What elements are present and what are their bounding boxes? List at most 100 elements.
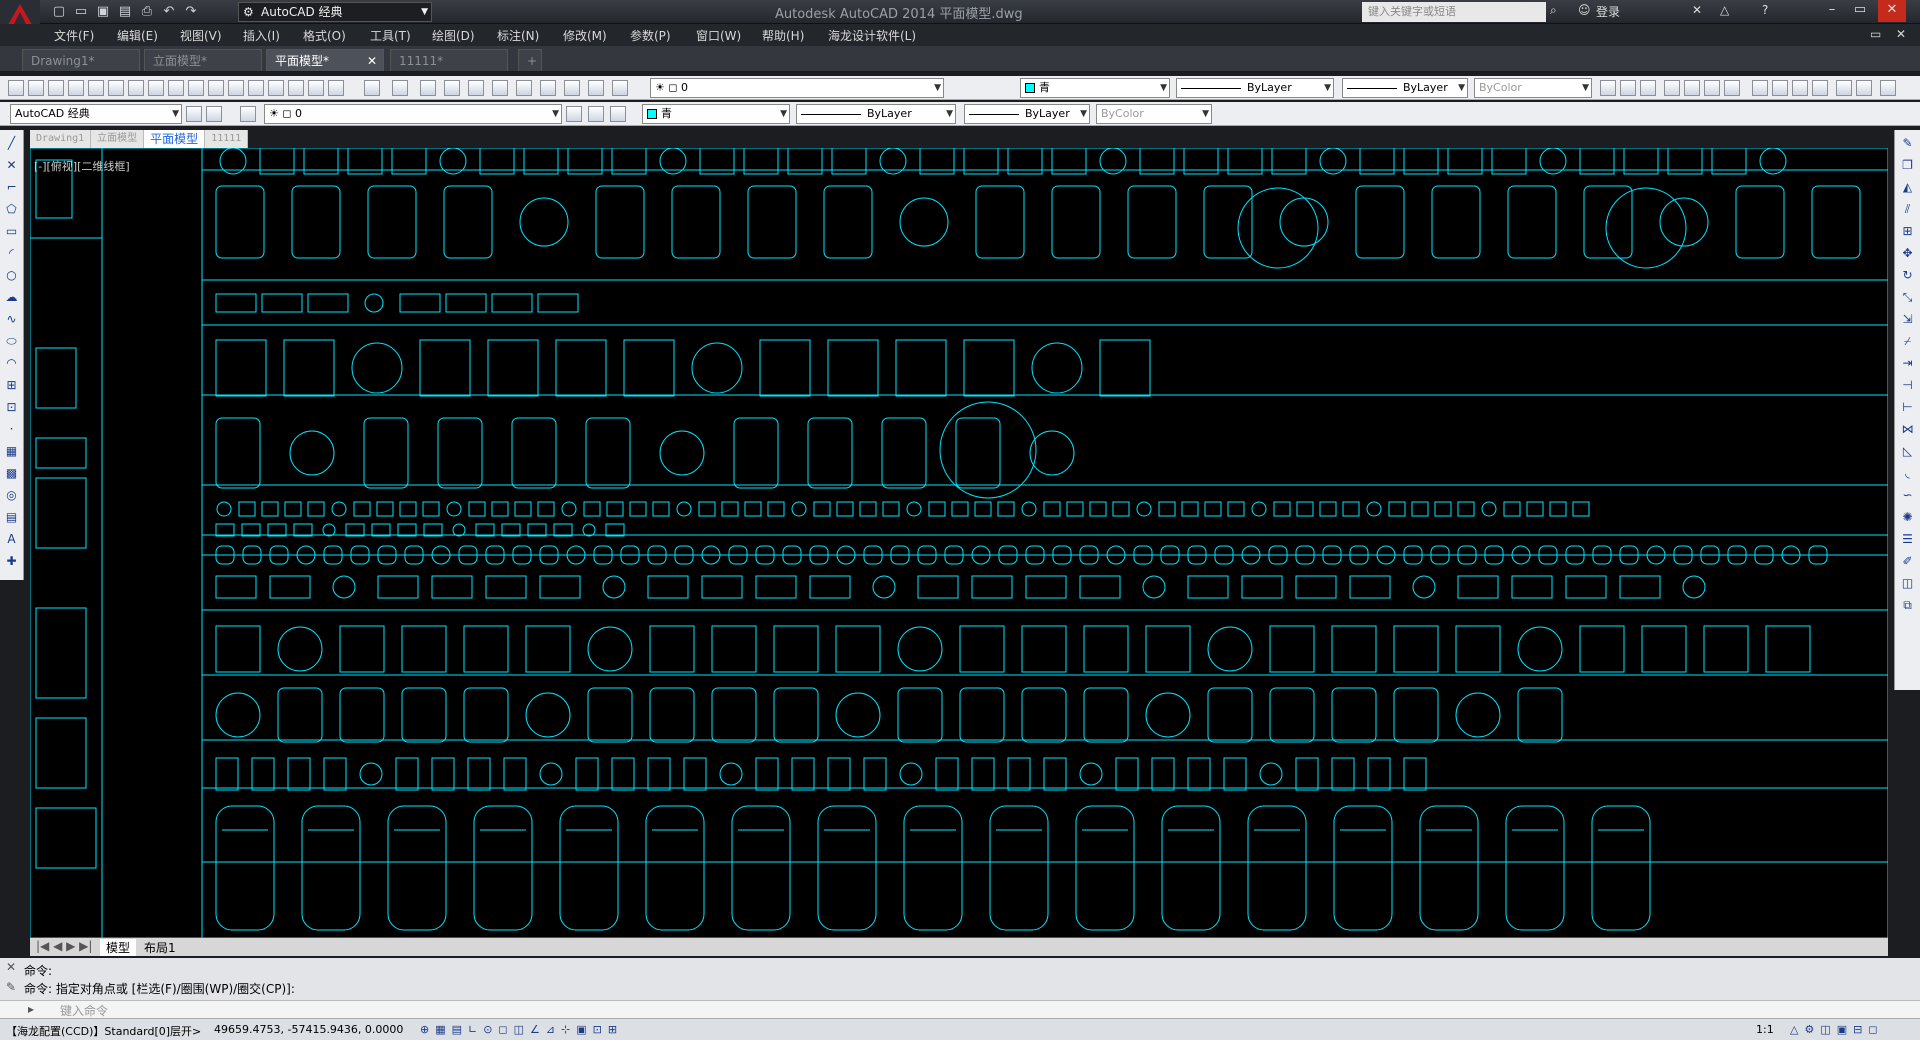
menu-format[interactable]: 格式(O) bbox=[303, 27, 346, 44]
insert-block-icon[interactable]: ⊞ bbox=[4, 377, 20, 393]
tool-icon[interactable] bbox=[612, 80, 628, 96]
plotstyle-combo[interactable]: ByColor ▼ bbox=[1474, 78, 1592, 98]
layer-combo[interactable]: ☀ ◻ 0 ▼ bbox=[650, 78, 944, 98]
inner-tab-plan[interactable]: 平面模型 bbox=[144, 130, 206, 148]
draworder-icon[interactable]: ⧉ bbox=[1900, 597, 1916, 613]
spline-icon[interactable]: ∿ bbox=[4, 311, 20, 327]
layer-combo-2[interactable]: ☀ ◻ 0 ▼ bbox=[264, 104, 562, 124]
line-icon[interactable]: ╱ bbox=[4, 135, 20, 151]
circle-icon[interactable]: ○ bbox=[4, 267, 20, 283]
tool-icon[interactable] bbox=[188, 80, 204, 96]
tool-icon[interactable] bbox=[516, 80, 532, 96]
coordinates-readout[interactable]: 49659.4753, -57415.9436, 0.0000 bbox=[214, 1023, 403, 1036]
tool-icon[interactable] bbox=[1752, 80, 1768, 96]
binoculars-icon[interactable]: ⌕ bbox=[1550, 3, 1557, 18]
menu-view[interactable]: 视图(V) bbox=[180, 27, 222, 44]
linetype-combo[interactable]: ByLayer ▼ bbox=[1176, 78, 1334, 98]
layout-nav-icons[interactable]: |◀ ◀ ▶ ▶| bbox=[36, 939, 92, 953]
chamfer-icon[interactable]: ◺ bbox=[1900, 443, 1916, 459]
wrench-icon[interactable]: ✎ bbox=[6, 980, 16, 994]
command-input[interactable]: ▸ 键入命令 bbox=[0, 1000, 1920, 1018]
annotation-scale[interactable]: 1:1 bbox=[1756, 1023, 1774, 1036]
save-icon[interactable]: ▣ bbox=[94, 3, 112, 21]
tool-icon[interactable] bbox=[108, 80, 124, 96]
tool-icon[interactable] bbox=[88, 80, 104, 96]
menu-file[interactable]: 文件(F) bbox=[54, 27, 94, 44]
help-icon[interactable]: ? bbox=[1762, 3, 1768, 17]
arc-icon[interactable]: ◜ bbox=[4, 245, 20, 261]
tool-icon[interactable] bbox=[364, 80, 380, 96]
break-icon[interactable]: ⊢ bbox=[1900, 399, 1916, 415]
new-icon[interactable]: ▢ bbox=[50, 3, 68, 21]
close-tab-icon[interactable]: ✕ bbox=[367, 50, 377, 72]
construction-line-icon[interactable]: ✕ bbox=[4, 157, 20, 173]
tool-icon[interactable] bbox=[420, 80, 436, 96]
extend-icon[interactable]: ⇥ bbox=[1900, 355, 1916, 371]
join-icon[interactable]: ⋈ bbox=[1900, 421, 1916, 437]
offset-icon[interactable]: ⫽ bbox=[1900, 201, 1916, 217]
tool-icon[interactable] bbox=[288, 80, 304, 96]
trim-icon[interactable]: ⌿ bbox=[1900, 333, 1916, 349]
open-icon[interactable]: ▭ bbox=[72, 3, 90, 21]
tool-icon[interactable] bbox=[1704, 80, 1720, 96]
restore-icon[interactable]: ▭ bbox=[1870, 27, 1881, 41]
tool-icon[interactable] bbox=[8, 80, 24, 96]
search-input[interactable]: 键入关键字或短语 bbox=[1362, 2, 1546, 22]
hatch-icon[interactable]: ▦ bbox=[4, 443, 20, 459]
tool-icon[interactable] bbox=[1836, 80, 1852, 96]
inner-tab-11111[interactable]: 11111 bbox=[205, 130, 249, 148]
drawing-canvas[interactable]: [-][俯视][二维线框] bbox=[30, 148, 1888, 938]
tool-icon[interactable] bbox=[208, 80, 224, 96]
tab-model[interactable]: 模型 bbox=[100, 939, 137, 956]
erase-icon[interactable]: ✎ bbox=[1900, 135, 1916, 151]
menu-window[interactable]: 窗口(W) bbox=[696, 27, 741, 44]
status-tray-icons[interactable]: △⚙◫▣⊟◻ bbox=[1790, 1023, 1883, 1036]
mtext-icon[interactable]: A bbox=[4, 531, 20, 547]
break-point-icon[interactable]: ⊣ bbox=[1900, 377, 1916, 393]
layer-walk-icon[interactable]: ◫ bbox=[1900, 575, 1916, 591]
close-doc-icon[interactable]: ✕ bbox=[1896, 27, 1906, 41]
tab-plan[interactable]: 平面模型* ✕ bbox=[266, 49, 384, 71]
new-tab-button[interactable]: + bbox=[518, 49, 542, 71]
tool-icon[interactable] bbox=[48, 80, 64, 96]
properties-icon[interactable]: ☰ bbox=[1900, 531, 1916, 547]
tool-icon[interactable] bbox=[1620, 80, 1636, 96]
layer-state-icon[interactable] bbox=[610, 106, 626, 122]
fillet-icon[interactable]: ◟ bbox=[1900, 465, 1916, 481]
lineweight-combo-2[interactable]: ByLayer ▼ bbox=[964, 104, 1090, 124]
menu-insert[interactable]: 插入(I) bbox=[243, 27, 280, 44]
tool-icon[interactable] bbox=[1856, 80, 1872, 96]
tab-drawing1[interactable]: Drawing1* bbox=[22, 49, 140, 71]
tool-icon[interactable] bbox=[1792, 80, 1808, 96]
tool-icon[interactable] bbox=[392, 80, 408, 96]
workspace-select[interactable]: ⚙ AutoCAD 经典 ▼ bbox=[238, 2, 432, 22]
lineweight-combo[interactable]: ByLayer ▼ bbox=[1342, 78, 1468, 98]
menu-edit[interactable]: 编辑(E) bbox=[117, 27, 158, 44]
tool-icon[interactable] bbox=[68, 80, 84, 96]
stretch-icon[interactable]: ⇲ bbox=[1900, 311, 1916, 327]
tool-icon[interactable] bbox=[1640, 80, 1656, 96]
gradient-icon[interactable]: ▩ bbox=[4, 465, 20, 481]
tool-icon[interactable] bbox=[128, 80, 144, 96]
tool-icon[interactable] bbox=[444, 80, 460, 96]
blend-icon[interactable]: ∽ bbox=[1900, 487, 1916, 503]
maximize-button[interactable]: ▭ bbox=[1846, 0, 1874, 22]
table-icon[interactable]: ▤ bbox=[4, 509, 20, 525]
revcloud-icon[interactable]: ☁ bbox=[4, 289, 20, 305]
color-combo-2[interactable]: 青 ▼ bbox=[642, 104, 790, 124]
tab-11111[interactable]: 11111* bbox=[390, 49, 508, 71]
polygon-icon[interactable]: ⬠ bbox=[4, 201, 20, 217]
workspace-combo[interactable]: AutoCAD 经典 ▼ bbox=[10, 104, 182, 124]
menu-parametric[interactable]: 参数(P) bbox=[630, 27, 671, 44]
menu-tools[interactable]: 工具(T) bbox=[370, 27, 411, 44]
exchange-icon[interactable]: ✕ bbox=[1692, 3, 1702, 17]
login-link[interactable]: 登录 bbox=[1596, 3, 1620, 20]
layer-manager-icon[interactable] bbox=[240, 106, 256, 122]
rectangle-icon[interactable]: ▭ bbox=[4, 223, 20, 239]
add-selected-icon[interactable]: ✚ bbox=[4, 553, 20, 569]
tool-icon[interactable] bbox=[492, 80, 508, 96]
tool-icon[interactable] bbox=[1724, 80, 1740, 96]
workspace-settings-icon[interactable] bbox=[186, 106, 202, 122]
array-icon[interactable]: ⊞ bbox=[1900, 223, 1916, 239]
tool-icon[interactable] bbox=[268, 80, 284, 96]
